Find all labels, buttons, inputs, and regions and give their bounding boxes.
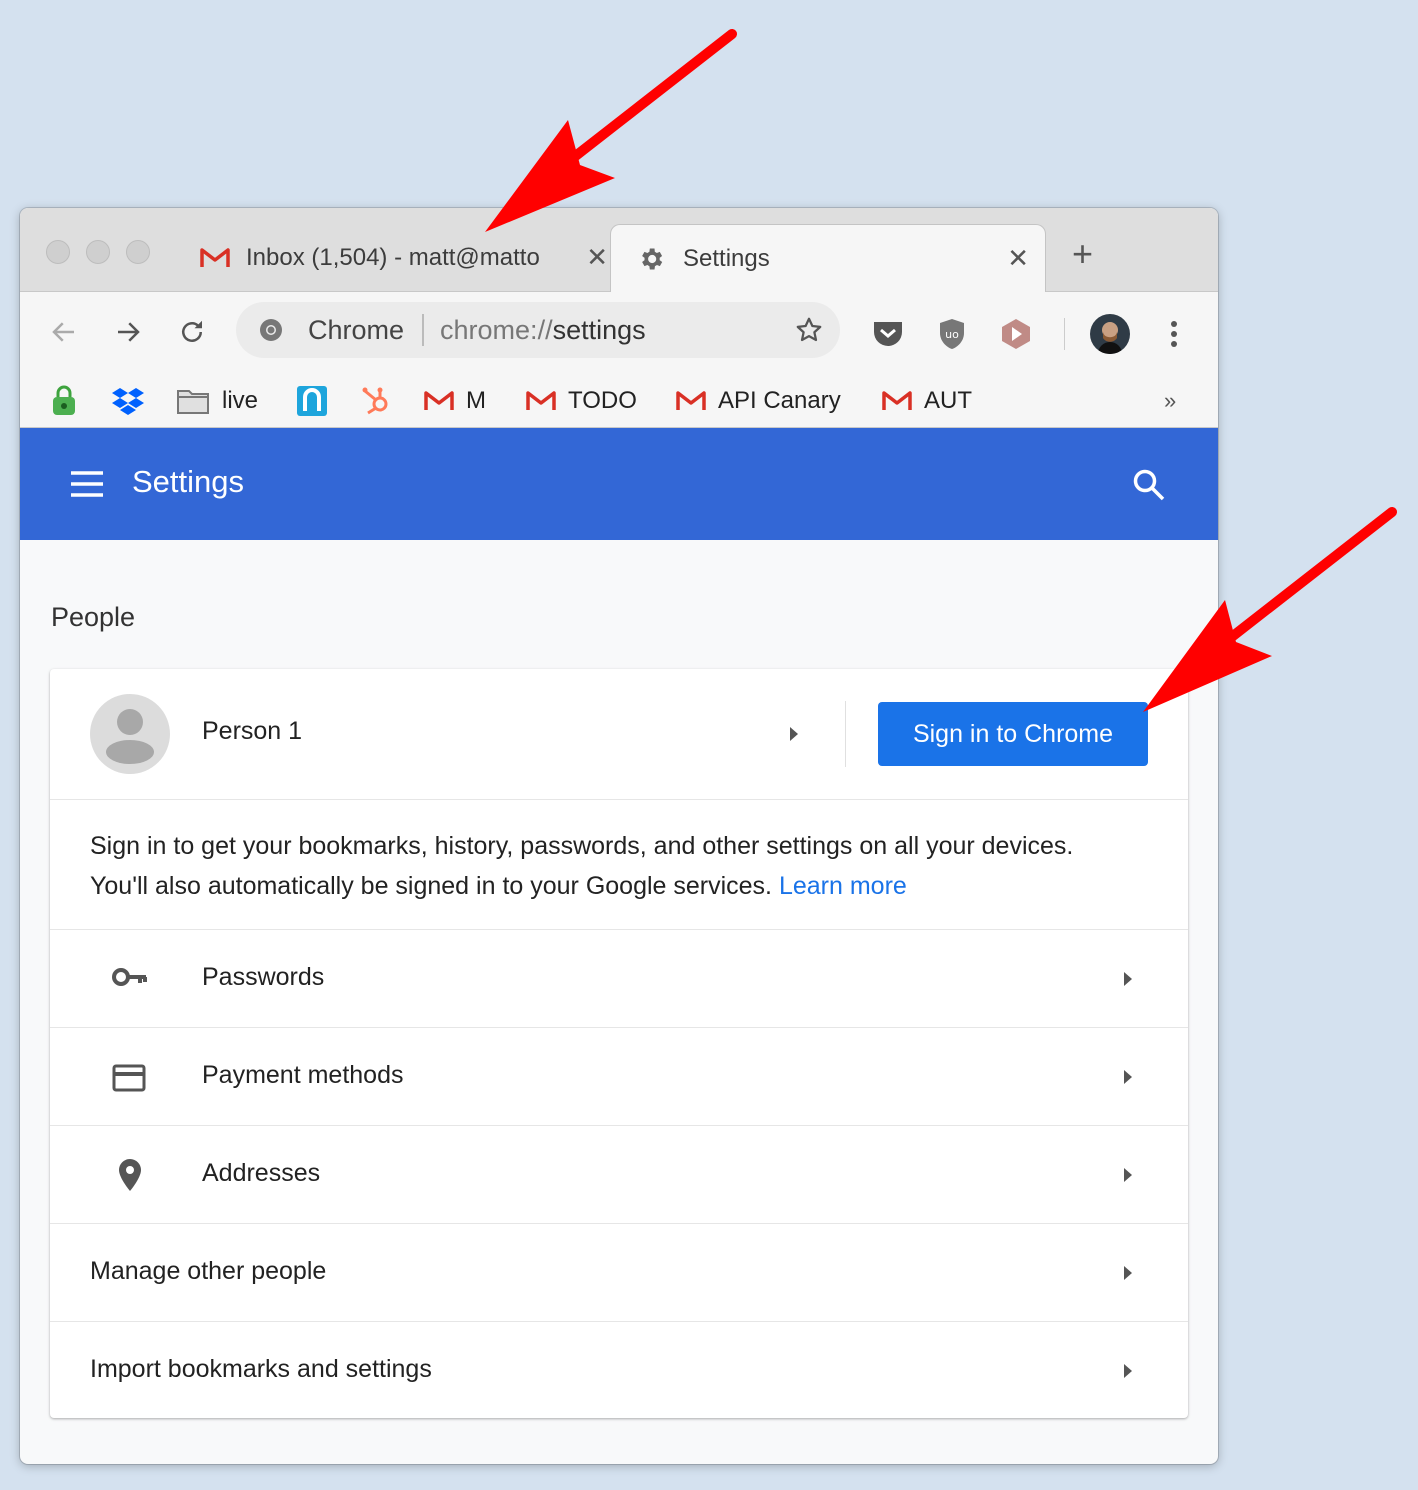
bookmark-label: M	[466, 387, 486, 414]
bookmark-label: live	[222, 387, 259, 414]
import-bookmarks-label: Import bookmarks and settings	[90, 1355, 432, 1383]
chevron-right-icon	[1124, 1364, 1132, 1378]
bookmarks-overflow-button[interactable]: »	[1164, 384, 1176, 418]
profile-avatar[interactable]	[1090, 314, 1130, 354]
people-card: Person 1 Sign in to Chrome Sign in to ge…	[50, 669, 1188, 1418]
close-tab-icon[interactable]: ✕	[586, 244, 608, 270]
omnibox-divider	[422, 314, 425, 346]
bookmarks-bar: live M TODO API Canary AUT »	[20, 376, 1218, 424]
person-row: Person 1 Sign in to Chrome	[50, 669, 1188, 799]
lock-extension-icon	[50, 385, 90, 417]
key-icon	[112, 966, 148, 988]
bookmark-label: TODO	[568, 387, 637, 414]
bookmark-api-canary[interactable]: API Canary	[676, 384, 841, 418]
chevron-right-icon	[1124, 1266, 1132, 1280]
tab-settings[interactable]: Settings ✕	[610, 224, 1046, 293]
addresses-label: Addresses	[202, 1159, 321, 1187]
tab-inbox-label: Inbox (1,504) - matt@matto	[246, 244, 540, 271]
passwords-row[interactable]: Passwords	[50, 929, 1188, 1027]
reload-icon	[182, 320, 202, 342]
bookmark-label: AUT	[924, 387, 972, 414]
section-title-people: People	[51, 602, 136, 632]
n-app-icon	[296, 385, 340, 417]
settings-header: Settings	[20, 428, 1218, 540]
gear-icon	[637, 245, 665, 273]
bookmark-item[interactable]	[112, 384, 156, 418]
ublock-icon[interactable]: uo	[934, 316, 970, 352]
hubspot-icon	[360, 385, 404, 417]
bookmark-star-icon[interactable]	[794, 315, 824, 345]
video-extension-icon[interactable]	[998, 316, 1034, 352]
manage-other-people-label: Manage other people	[90, 1257, 327, 1285]
sign-in-to-chrome-button[interactable]: Sign in to Chrome	[878, 702, 1148, 766]
bookmark-m[interactable]: M	[424, 384, 486, 418]
chevron-right-icon	[1124, 1070, 1132, 1084]
chevron-right-icon	[1124, 972, 1132, 986]
description-line-2: You'll also automatically be signed in t…	[90, 872, 907, 900]
address-bar[interactable]: Chrome chrome://settings	[236, 302, 840, 358]
toolbar-divider	[1064, 318, 1065, 350]
bookmark-item[interactable]	[296, 384, 340, 418]
tab-strip: Inbox (1,504) - matt@matto ✕ Settings ✕ …	[20, 208, 1218, 293]
location-pin-icon	[118, 1158, 142, 1192]
svg-text:uo: uo	[945, 328, 959, 341]
bookmark-aut[interactable]: AUT	[882, 384, 972, 418]
bookmark-todo[interactable]: TODO	[526, 384, 637, 418]
description-line-1: Sign in to get your bookmarks, history, …	[90, 832, 1074, 860]
zoom-window-button[interactable]	[126, 240, 150, 264]
bookmark-label: API Canary	[718, 387, 841, 414]
browser-toolbar: Chrome chrome://settings uo live M TODO …	[20, 292, 1218, 428]
person-name[interactable]: Person 1	[202, 717, 302, 746]
tab-settings-label: Settings	[683, 245, 770, 272]
gmail-icon	[526, 390, 568, 412]
reload-button[interactable]	[172, 312, 212, 352]
settings-title: Settings	[132, 464, 245, 499]
hamburger-menu-icon[interactable]	[70, 470, 104, 498]
back-arrow-icon	[52, 322, 74, 342]
avatar	[90, 694, 170, 774]
more-menu-icon[interactable]	[1156, 316, 1192, 352]
minimize-window-button[interactable]	[86, 240, 110, 264]
search-icon[interactable]	[1132, 468, 1166, 502]
folder-icon	[176, 387, 222, 415]
bookmark-item[interactable]	[50, 384, 90, 418]
payment-methods-label: Payment methods	[202, 1061, 404, 1089]
credit-card-icon	[112, 1064, 146, 1092]
chevron-right-icon[interactable]	[790, 727, 798, 741]
import-bookmarks-row[interactable]: Import bookmarks and settings	[50, 1321, 1188, 1418]
gmail-icon	[676, 390, 718, 412]
dropbox-icon	[112, 386, 156, 416]
learn-more-link[interactable]: Learn more	[779, 872, 907, 900]
omnibox-host: Chrome	[308, 314, 405, 345]
passwords-label: Passwords	[202, 963, 325, 991]
gmail-icon	[200, 247, 230, 269]
tab-inbox[interactable]: Inbox (1,504) - matt@matto ✕	[200, 224, 608, 292]
close-tab-icon[interactable]: ✕	[1007, 245, 1029, 271]
omnibox-url: chrome://settings	[440, 314, 646, 345]
browser-window: Inbox (1,504) - matt@matto ✕ Settings ✕ …	[20, 208, 1218, 1464]
gmail-icon	[882, 390, 924, 412]
signin-description: Sign in to get your bookmarks, history, …	[50, 799, 1188, 929]
gmail-icon	[424, 390, 466, 412]
close-window-button[interactable]	[46, 240, 70, 264]
new-tab-button[interactable]: +	[1072, 236, 1093, 272]
addresses-row[interactable]: Addresses	[50, 1125, 1188, 1223]
forward-arrow-icon	[118, 322, 140, 342]
chevron-right-icon	[1124, 1168, 1132, 1182]
chrome-logo-icon	[258, 317, 284, 343]
bookmark-folder-live[interactable]: live	[176, 384, 258, 418]
forward-button[interactable]	[108, 312, 148, 352]
pocket-icon[interactable]	[870, 316, 906, 352]
payment-methods-row[interactable]: Payment methods	[50, 1027, 1188, 1125]
annotation-arrow-tab	[485, 29, 737, 232]
bookmark-item[interactable]	[360, 384, 404, 418]
manage-other-people-row[interactable]: Manage other people	[50, 1223, 1188, 1321]
back-button[interactable]	[44, 312, 84, 352]
divider	[845, 701, 846, 767]
